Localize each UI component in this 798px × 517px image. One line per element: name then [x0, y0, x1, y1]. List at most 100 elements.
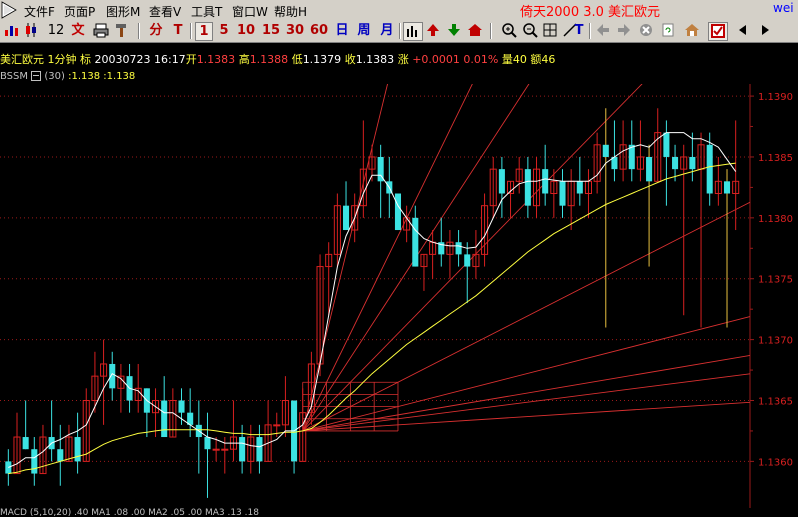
volume-value: 40: [512, 53, 527, 66]
period-30min-button[interactable]: 30: [285, 22, 305, 39]
house-icon[interactable]: [466, 22, 484, 39]
low-value: 1.1379: [302, 53, 342, 66]
chart-type-icon[interactable]: [2, 22, 20, 39]
candle-body: [455, 242, 462, 255]
mark-label: 标: [80, 53, 91, 66]
ma-short-line: [8, 132, 737, 468]
printer-icon[interactable]: [92, 22, 110, 39]
candle-body: [178, 400, 185, 413]
collapse-toggle-icon[interactable]: [31, 71, 42, 81]
home-icon[interactable]: [683, 22, 701, 39]
close-value: 1.1383: [355, 53, 395, 66]
refresh-icon[interactable]: [659, 22, 677, 39]
candle-body: [394, 193, 402, 231]
candle-body: [689, 156, 696, 170]
y-tick-label: 1.1390: [758, 92, 793, 103]
change-pct: 0.01%: [463, 53, 499, 66]
period-60min-button[interactable]: 60: [309, 22, 329, 39]
menu-window[interactable]: 窗口W: [232, 3, 268, 20]
minute-button[interactable]: 分: [146, 22, 166, 39]
candle-body: [22, 437, 29, 450]
sub-indicator-line: MACD (5,10,20) .40 MA1 .08 .00 MA2 .05 .…: [0, 508, 798, 517]
candle-body: [412, 217, 419, 267]
zoom-in-icon[interactable]: [500, 22, 518, 39]
candle-body: [221, 448, 229, 451]
high-value: 1.1388: [249, 53, 289, 66]
period-5min-button[interactable]: 5: [216, 22, 232, 39]
text-tool-icon[interactable]: T: [572, 22, 586, 39]
y-tick-label: 1.1360: [758, 457, 793, 468]
menu-help[interactable]: 帮助H: [274, 3, 307, 20]
down-arrow-icon[interactable]: [445, 22, 463, 39]
app-logo-icon[interactable]: [0, 0, 18, 20]
candle-body: [706, 144, 713, 194]
candle-body: [542, 169, 549, 194]
fan-line: [302, 355, 751, 432]
scroll-left-icon[interactable]: [734, 22, 752, 39]
candle-body: [204, 437, 211, 450]
period-1min-button[interactable]: 1: [195, 22, 213, 41]
up-arrow-icon[interactable]: [424, 22, 442, 39]
candle-body: [464, 254, 471, 267]
bar-chart-icon[interactable]: [403, 22, 423, 41]
period-15min-button[interactable]: 15: [261, 22, 281, 39]
period-day-button[interactable]: 日: [333, 22, 351, 39]
candle-body: [74, 437, 81, 462]
candle-body: [57, 449, 64, 462]
app-brand: 倚天2000 3.0 美汇欧元: [520, 5, 661, 20]
back-icon[interactable]: [594, 22, 612, 39]
candle-body: [723, 181, 731, 194]
hammer-icon[interactable]: [113, 22, 131, 39]
stop-icon[interactable]: [637, 22, 655, 39]
indicator-line: BSSM (30) :1.138 :1.138: [0, 71, 135, 82]
menu-bar: 文件F 页面P 图形M 查看V 工具T 窗口W 帮助H 倚天2000 3.0 美…: [0, 0, 798, 21]
close-label: 收: [344, 53, 356, 66]
candle-body: [602, 144, 609, 157]
candle-body: [109, 363, 116, 389]
ma-long-line: [8, 162, 736, 475]
sub-indicator-text: MACD (5,10,20) .40 MA1 .08 .00 MA2 .05 .…: [0, 508, 259, 517]
change-label: 涨: [397, 53, 409, 66]
forward-icon[interactable]: [615, 22, 633, 39]
candle-body: [342, 205, 350, 231]
candle-body: [524, 169, 531, 206]
tick-button[interactable]: T: [170, 22, 186, 39]
menu-tools[interactable]: 工具T: [191, 3, 222, 20]
fan-line: [302, 316, 751, 432]
menu-file[interactable]: 文件F: [24, 3, 55, 20]
price-chart[interactable]: 1.1390 1.1385 1.1380 1.1375 1.1370 1.1365 1.13…: [0, 84, 798, 508]
menu-view[interactable]: 查看V: [149, 3, 181, 20]
checkbox-icon[interactable]: [708, 22, 728, 41]
y-tick-label: 1.1370: [758, 336, 793, 347]
candle-body: [273, 424, 281, 427]
fan-line: [302, 84, 530, 432]
indicator-name: BSSM: [0, 71, 29, 82]
fan-line: [302, 84, 389, 432]
app-title: 倚天2000 3.0 美汇欧元: [520, 1, 660, 20]
candle-body: [161, 400, 168, 438]
menu-graph[interactable]: 图形M: [106, 3, 140, 20]
y-tick-label: 1.1385: [758, 153, 793, 164]
user-name: wei: [773, 1, 794, 15]
change-value: +0.0001: [412, 53, 460, 66]
low-label: 低: [291, 53, 303, 66]
candle-body: [31, 449, 38, 474]
menu-page[interactable]: 页面P: [64, 3, 95, 20]
amount-label: 额: [530, 53, 542, 66]
scroll-right-icon[interactable]: [756, 22, 774, 39]
candle-body: [663, 132, 670, 157]
fan-line: [302, 201, 751, 432]
period-label: 1分钟: [47, 53, 77, 66]
period-week-button[interactable]: 周: [355, 22, 373, 39]
k-count-button[interactable]: 12: [46, 22, 66, 39]
text-button[interactable]: 文: [69, 22, 87, 39]
y-tick-label: 1.1365: [758, 397, 793, 408]
fit-icon[interactable]: [541, 22, 559, 39]
indicator-values: :1.138 :1.138: [68, 71, 136, 82]
zoom-out-icon[interactable]: [521, 22, 539, 39]
period-10min-button[interactable]: 10: [236, 22, 256, 39]
candle-icon[interactable]: [22, 22, 40, 39]
period-month-button[interactable]: 月: [378, 22, 396, 39]
open-value: 1.1383: [196, 53, 236, 66]
symbol-name: 美汇欧元: [0, 53, 44, 66]
